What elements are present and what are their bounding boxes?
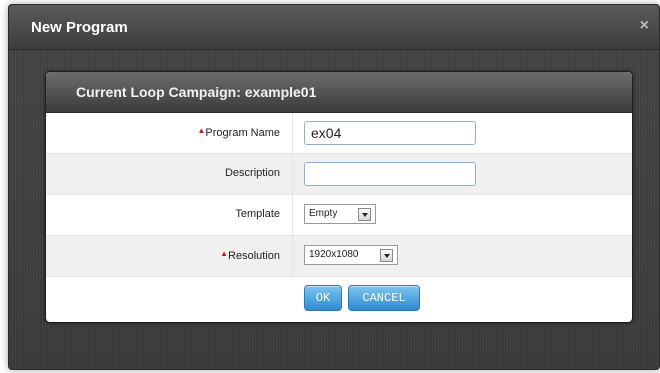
ok-button[interactable]: OK	[304, 285, 342, 311]
form-panel: Current Loop Campaign: example01 ▲Progra…	[45, 71, 633, 323]
field-cell-divider	[292, 195, 293, 235]
field-cell-divider	[292, 113, 293, 153]
new-program-dialog: New Program × Current Loop Campaign: exa…	[8, 4, 660, 370]
program-name-input[interactable]	[304, 121, 476, 145]
chevron-down-icon[interactable]	[380, 249, 393, 262]
template-select[interactable]: Empty	[304, 204, 376, 224]
cancel-button[interactable]: CANCEL	[348, 285, 420, 311]
dialog-title: New Program	[31, 19, 128, 36]
campaign-heading: Current Loop Campaign: example01	[46, 72, 632, 113]
actions-row: OK CANCEL	[46, 277, 632, 319]
required-marker-icon: ▲	[220, 249, 229, 258]
resolution-label: ▲Resolution	[220, 249, 280, 262]
template-selected-value: Empty	[309, 208, 338, 219]
field-cell-divider	[292, 236, 293, 276]
program-name-label: ▲Program Name	[197, 126, 281, 139]
template-row: Template Empty	[46, 195, 632, 236]
resolution-selected-value: 1920x1080	[309, 249, 359, 260]
resolution-select[interactable]: 1920x1080	[304, 245, 398, 265]
chevron-down-icon[interactable]	[358, 208, 371, 221]
template-label: Template	[235, 208, 280, 220]
description-label: Description	[224, 167, 280, 179]
description-row: Description	[46, 154, 632, 195]
field-cell-divider	[292, 154, 293, 194]
description-input[interactable]	[304, 162, 476, 186]
resolution-row: ▲Resolution 1920x1080	[46, 236, 632, 277]
close-icon[interactable]: ×	[640, 18, 649, 34]
program-name-row: ▲Program Name	[46, 113, 632, 154]
dialog-titlebar[interactable]: New Program ×	[9, 5, 659, 50]
